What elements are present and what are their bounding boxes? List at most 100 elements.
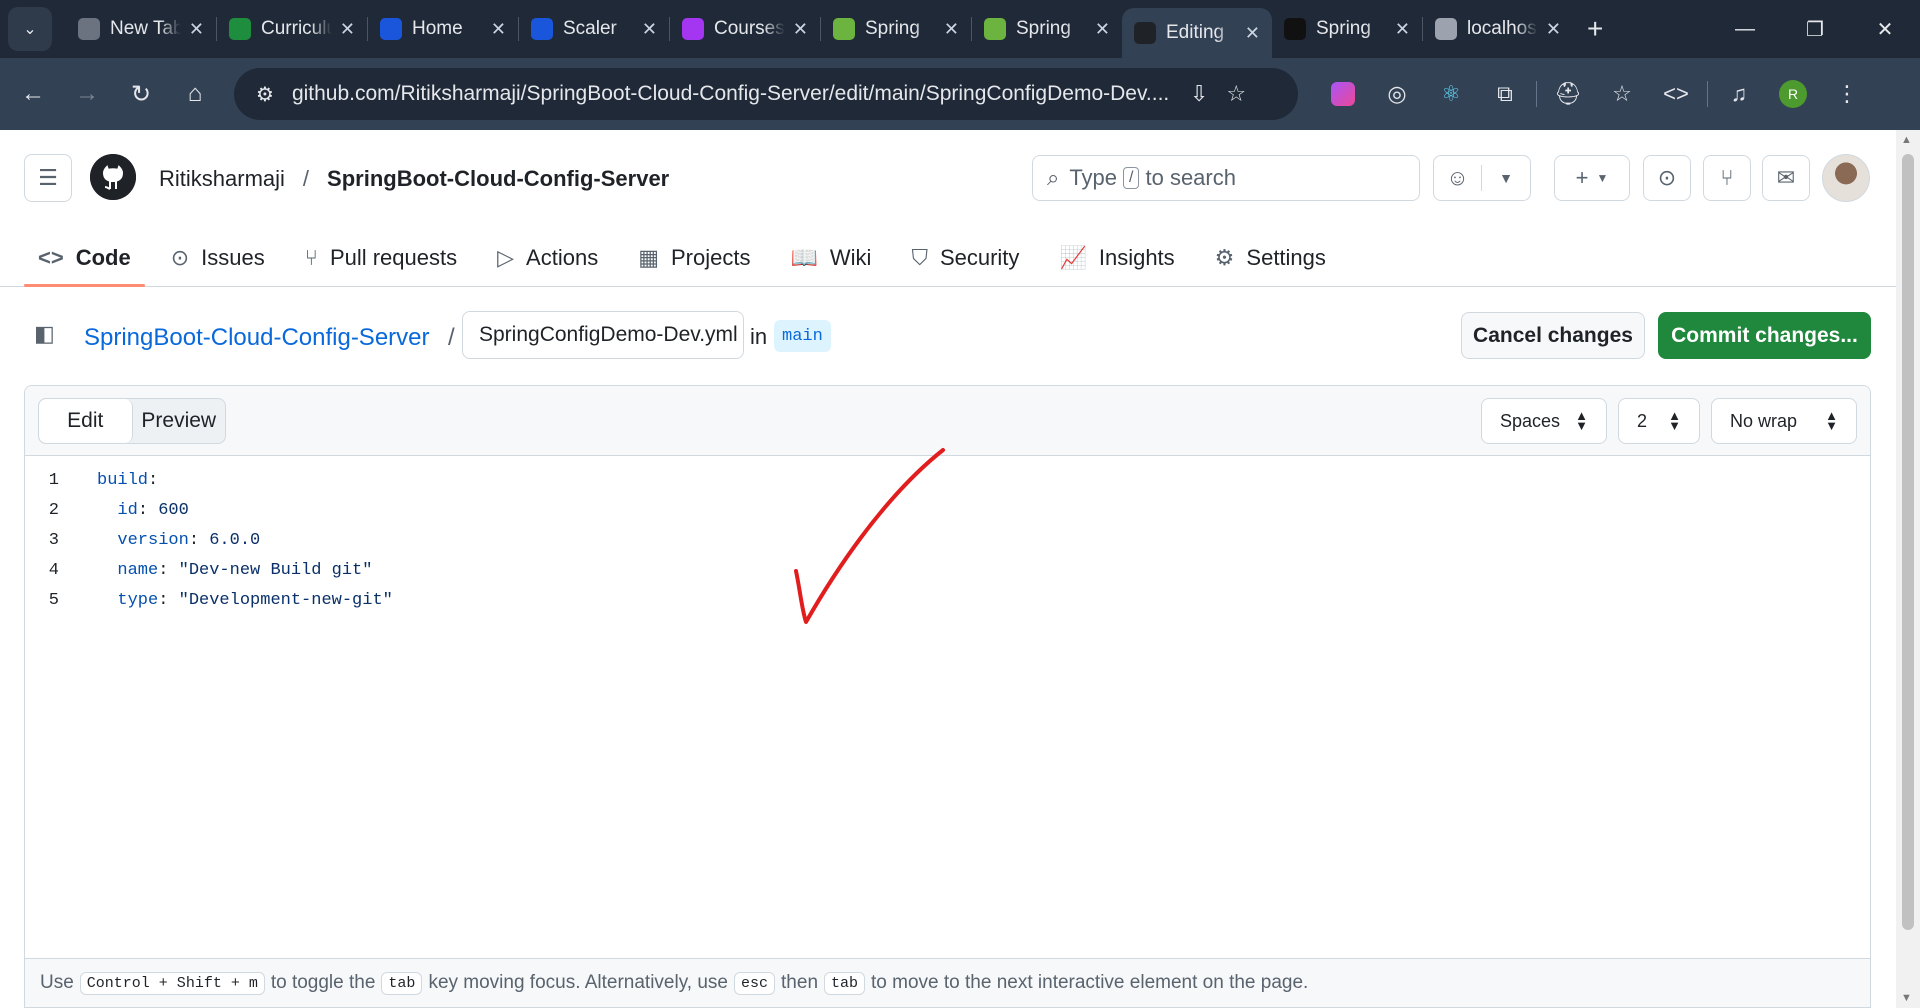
- breadcrumb-separator: /: [302, 166, 310, 191]
- close-tab-icon[interactable]: ✕: [1546, 19, 1561, 40]
- graph-icon: 📈: [1059, 244, 1087, 270]
- scroll-up-arrow-icon[interactable]: ▲: [1901, 134, 1912, 146]
- tab-search-button[interactable]: ⌄: [8, 7, 52, 51]
- cancel-changes-button[interactable]: Cancel changes: [1461, 312, 1645, 359]
- github-logo-icon[interactable]: [90, 154, 136, 200]
- bookmarks-star-icon[interactable]: ☆: [1595, 68, 1649, 120]
- browser-tab[interactable]: New Tab ✕: [66, 8, 216, 50]
- close-tab-icon[interactable]: ✕: [793, 19, 808, 40]
- tab-security[interactable]: ⛉ Security: [897, 228, 1033, 287]
- tab-pull-requests[interactable]: ⑂ Pull requests: [291, 228, 471, 287]
- yaml-value: 6.0.0: [209, 530, 261, 550]
- wrap-mode-select[interactable]: No wrap ▲ ▼: [1711, 398, 1857, 444]
- devtools-code-icon[interactable]: <>: [1649, 68, 1703, 120]
- indent-mode-select[interactable]: Spaces ▲ ▼: [1481, 398, 1607, 444]
- back-button[interactable]: ←: [6, 67, 60, 121]
- browser-tab[interactable]: Spring ✕: [821, 8, 971, 50]
- extensions-puzzle-icon[interactable]: ⧉: [1478, 68, 1532, 120]
- indent-size-select[interactable]: 2 ▲ ▼: [1618, 398, 1700, 444]
- minimize-button[interactable]: —: [1710, 0, 1780, 58]
- filename-input[interactable]: SpringConfigDemo-Dev.yml: [462, 311, 744, 359]
- restore-button[interactable]: ❐: [1780, 0, 1850, 58]
- chevron-down-icon: ⌄: [23, 21, 37, 38]
- browser-tab[interactable]: Spring ✕: [1272, 8, 1422, 50]
- tab-insights[interactable]: 📈 Insights: [1045, 228, 1188, 287]
- tab-edit[interactable]: Edit: [39, 399, 133, 443]
- close-tab-icon[interactable]: ✕: [340, 19, 355, 40]
- close-tab-icon[interactable]: ✕: [491, 19, 506, 40]
- search-input[interactable]: ⌕ Type / to search: [1032, 155, 1420, 201]
- line-number: 2: [48, 500, 59, 520]
- new-tab-button[interactable]: +: [1587, 13, 1603, 45]
- reload-button[interactable]: ↻: [114, 67, 168, 121]
- line-number: 1: [48, 470, 59, 490]
- line-number: 3: [48, 530, 59, 550]
- commit-changes-button[interactable]: Commit changes...: [1658, 312, 1871, 359]
- tab-settings[interactable]: ⚙ Settings: [1201, 228, 1340, 287]
- forward-button[interactable]: →: [60, 67, 114, 121]
- tab-title: Spring: [1316, 18, 1371, 39]
- copilot-button[interactable]: ☺ ▼: [1433, 155, 1531, 201]
- inbox-icon: ✉: [1776, 165, 1796, 190]
- pull-requests-header-button[interactable]: ⑂: [1703, 155, 1751, 201]
- udemy-icon: [682, 18, 704, 40]
- close-tab-icon[interactable]: ✕: [642, 19, 657, 40]
- scrollbar-thumb[interactable]: [1902, 154, 1914, 930]
- search-icon: ⌕: [1047, 165, 1060, 190]
- tab-preview[interactable]: Preview: [133, 399, 226, 443]
- code-area[interactable]: 1 build: 2 id: 600 3 version: 6.0.0 4 name: …: [25, 457, 1870, 937]
- repo-nav: <> Code ⊙ Issues ⑂ Pull requests ▷ Actions ▦ Proj…: [24, 228, 1352, 287]
- close-tab-icon[interactable]: ✕: [1395, 19, 1410, 40]
- create-new-button[interactable]: + ▼: [1554, 155, 1630, 201]
- incognito-icon[interactable]: ⛑: [1541, 68, 1595, 120]
- yaml-value: 600: [158, 500, 189, 520]
- address-bar[interactable]: ⚙ github.com/Ritiksharmaji/SpringBoot-Cl…: [234, 68, 1298, 120]
- keyboard-hint-bar: Use Control + Shift + m to toggle the ta…: [24, 958, 1871, 1008]
- home-button[interactable]: ⌂: [168, 67, 222, 121]
- bookmark-star-icon[interactable]: ☆: [1226, 81, 1246, 107]
- tab-actions[interactable]: ▷ Actions: [483, 228, 612, 287]
- browser-tab[interactable]: Scaler ✕: [519, 8, 669, 50]
- close-tab-icon[interactable]: ✕: [189, 19, 204, 40]
- inbox-button[interactable]: ✉: [1762, 155, 1810, 201]
- browser-tab[interactable]: Courses ✕: [670, 8, 820, 50]
- browser-tab[interactable]: Editing ✕: [1122, 8, 1272, 58]
- tab-projects[interactable]: ▦ Projects: [624, 228, 764, 287]
- close-tab-icon[interactable]: ✕: [1245, 23, 1260, 44]
- browser-menu-icon[interactable]: ⋮: [1820, 68, 1874, 120]
- tab-issues[interactable]: ⊙ Issues: [157, 228, 279, 287]
- scroll-down-arrow-icon[interactable]: ▼: [1901, 992, 1912, 1004]
- install-app-icon[interactable]: ⇩: [1190, 81, 1208, 107]
- select-caret-icon: ▲ ▼: [1575, 408, 1588, 433]
- media-controls-icon[interactable]: ♫: [1712, 68, 1766, 120]
- page-scrollbar[interactable]: ▲ ▼: [1896, 130, 1920, 1008]
- hamburger-menu-button[interactable]: ☰: [24, 154, 72, 202]
- globe-icon: [1435, 18, 1457, 40]
- code-editor: Edit Preview Spaces ▲ ▼ 2 ▲ ▼ No wrap ▲ ▼ 1…: [24, 385, 1871, 1008]
- repo-path-link[interactable]: SpringBoot-Cloud-Config-Server: [84, 324, 430, 352]
- repo-link[interactable]: SpringBoot-Cloud-Config-Server: [327, 166, 669, 192]
- browser-tab[interactable]: Spring ✕: [972, 8, 1122, 50]
- tab-wiki[interactable]: 📖 Wiki: [776, 228, 885, 287]
- site-info-icon[interactable]: ⚙: [256, 82, 274, 107]
- tab-code[interactable]: <> Code: [24, 228, 145, 287]
- close-tab-icon[interactable]: ✕: [944, 19, 959, 40]
- code-icon: <>: [38, 244, 64, 270]
- book-icon: 📖: [790, 244, 818, 270]
- tab-title: Courses: [714, 18, 785, 39]
- issues-header-button[interactable]: ⊙: [1643, 155, 1691, 201]
- user-avatar[interactable]: [1822, 154, 1870, 202]
- sidebar-toggle-icon[interactable]: ◧: [34, 321, 62, 349]
- browser-tab[interactable]: Curriculum ✕: [217, 8, 367, 50]
- owner-link[interactable]: Ritiksharmaji: [159, 166, 285, 192]
- tab-title: Home: [412, 18, 463, 39]
- browser-tab[interactable]: Home ✕: [368, 8, 518, 50]
- extension-target-icon[interactable]: ◎: [1370, 68, 1424, 120]
- menu-icon: ☰: [38, 165, 58, 190]
- browser-tab[interactable]: localhost ✕: [1423, 8, 1573, 50]
- extension-pink-icon[interactable]: [1316, 68, 1370, 120]
- close-tab-icon[interactable]: ✕: [1095, 19, 1110, 40]
- close-window-button[interactable]: ✕: [1850, 0, 1920, 58]
- profile-avatar[interactable]: R: [1766, 68, 1820, 120]
- react-devtools-icon[interactable]: ⚛: [1424, 68, 1478, 120]
